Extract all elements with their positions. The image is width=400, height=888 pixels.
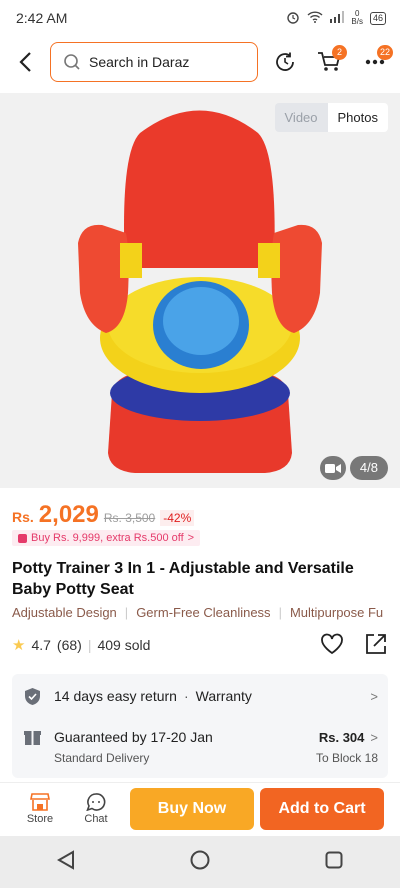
store-icon	[30, 792, 50, 811]
promo-voucher[interactable]: Buy Rs. 9,999, extra Rs.500 off >	[12, 530, 201, 546]
heart-icon	[321, 633, 343, 654]
tag-divider: |	[278, 605, 282, 620]
photo-counter: 4/8	[349, 456, 388, 480]
more-count-badge: 22	[376, 45, 393, 60]
rating-count[interactable]: (68)	[57, 637, 82, 653]
store-label: Store	[26, 812, 54, 825]
more-button[interactable]: 22	[355, 40, 395, 84]
wishlist-button[interactable]	[320, 633, 344, 658]
share-icon	[366, 633, 386, 654]
nav-back-button[interactable]	[57, 849, 75, 875]
refresh-clock-icon	[276, 52, 294, 71]
delivery-destination: To Block 18	[315, 751, 378, 765]
original-price: Rs. 3,500	[103, 511, 156, 525]
delivery-guarantee: Guaranteed by 17-20 Jan	[54, 729, 213, 745]
wifi-icon	[307, 10, 323, 26]
back-button[interactable]	[0, 40, 50, 84]
delivery-type: Standard Delivery	[54, 751, 150, 765]
buy-now-button[interactable]: Buy Now	[130, 787, 254, 830]
video-camera-icon	[324, 463, 341, 473]
service-info-box: 14 days easy return · Warranty > Guarant…	[12, 674, 388, 778]
product-photo	[0, 93, 400, 488]
chevron-right-icon: >	[370, 729, 378, 745]
bottom-action-bar: Store Chat Buy Now Add to Cart	[0, 782, 400, 834]
status-bar: 2:42 AM 0 B/s 46	[0, 0, 400, 36]
price-row: Rs. 2,029 Rs. 3,500 -42%	[12, 501, 195, 529]
triangle-back-icon	[57, 849, 75, 870]
return-policy: 14 days easy return	[54, 688, 177, 704]
product-image-gallery[interactable]: Video Photos 4/8	[0, 93, 400, 488]
battery-level: 46	[372, 12, 383, 23]
feature-tag[interactable]: Adjustable Design	[12, 605, 117, 620]
search-icon	[64, 54, 80, 70]
cart-button[interactable]: 2	[309, 40, 349, 84]
net-speed: 0 B/s	[351, 10, 363, 26]
square-recents-icon	[325, 851, 343, 868]
more-dots-icon	[365, 59, 385, 65]
status-time: 2:42 AM	[16, 10, 68, 26]
feature-tag[interactable]: Germ-Free Cleanliness	[136, 605, 270, 620]
voucher-icon	[18, 533, 27, 543]
media-toggle: Video Photos	[274, 103, 388, 132]
star-icon: ★	[12, 637, 26, 654]
nav-home-button[interactable]	[190, 850, 210, 875]
signal-icon	[330, 10, 345, 26]
search-placeholder: Search in Daraz	[89, 54, 190, 70]
promo-text: Buy Rs. 9,999, extra Rs.500 off	[31, 532, 184, 544]
rating-score[interactable]: 4.7	[31, 637, 50, 653]
top-header: Search in Daraz 2 22	[0, 40, 400, 84]
feature-tag[interactable]: Multipurpose Fu	[290, 605, 383, 620]
feature-tags: Adjustable Design | Germ-Free Cleanlines…	[12, 605, 400, 620]
history-button[interactable]	[265, 40, 305, 84]
chevron-right-icon: >	[187, 532, 195, 544]
gallery-counter: 4/8	[319, 456, 388, 480]
status-icons: 0 B/s 46	[286, 10, 386, 27]
cart-count-badge: 2	[332, 45, 347, 60]
rating-divider: |	[87, 637, 92, 653]
search-input[interactable]: Search in Daraz	[50, 42, 258, 82]
delivery-row[interactable]: Guaranteed by 17-20 Jan Rs. 304 >	[12, 726, 388, 748]
discount-badge: -42%	[160, 510, 195, 526]
product-title: Potty Trainer 3 In 1 - Adjustable and Ve…	[12, 560, 354, 598]
chat-label: Chat	[84, 812, 108, 825]
battery-icon: 46	[369, 11, 386, 25]
chevron-right-icon: >	[370, 688, 378, 704]
sold-count: 409 sold	[97, 637, 151, 653]
alarm-icon	[286, 10, 300, 27]
chat-icon	[86, 792, 106, 811]
tab-photos[interactable]: Photos	[327, 103, 388, 132]
delivery-fee: Rs. 304	[318, 729, 365, 745]
store-button[interactable]: Store	[12, 792, 68, 825]
return-warranty-row[interactable]: 14 days easy return · Warranty >	[12, 684, 388, 708]
nav-recents-button[interactable]	[325, 851, 343, 874]
warranty-label: Warranty	[195, 688, 252, 704]
shield-check-icon	[22, 687, 42, 706]
price-currency: Rs.	[12, 509, 34, 525]
system-nav-bar	[0, 836, 400, 888]
chevron-left-icon	[19, 52, 31, 72]
tag-divider: |	[124, 605, 129, 620]
chat-button[interactable]: Chat	[68, 792, 124, 825]
service-separator: ·	[183, 688, 189, 704]
rating-row: ★ 4.7 (68) | 409 sold	[12, 632, 388, 658]
tab-video[interactable]: Video	[274, 103, 328, 132]
circle-home-icon	[190, 850, 210, 869]
share-button[interactable]	[364, 632, 388, 659]
video-button[interactable]	[319, 456, 346, 480]
net-speed-unit: B/s	[351, 17, 363, 26]
current-price: 2,029	[38, 501, 99, 528]
product-actions	[320, 632, 388, 659]
parcel-icon	[22, 729, 42, 746]
add-to-cart-button[interactable]: Add to Cart	[260, 787, 384, 830]
